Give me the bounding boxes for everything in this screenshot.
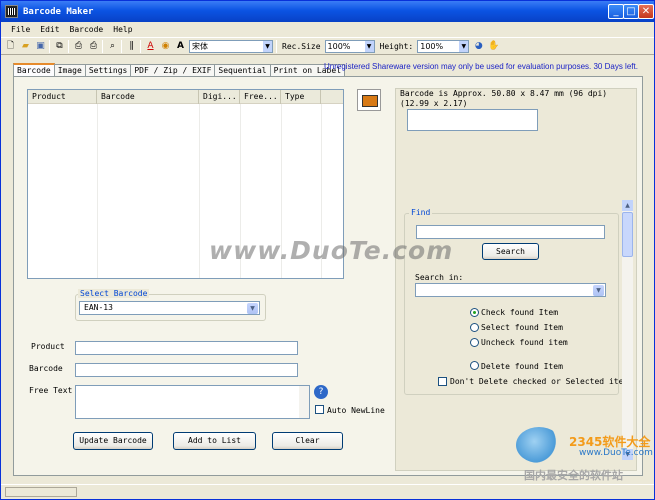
barcode-icon[interactable]: ∥ — [126, 41, 137, 52]
duote-watermark: www.DuoTe.com — [209, 236, 454, 265]
2345-watermark: 2345软件大全 www.DuoTe.com 国内最安全的软件站 — [516, 427, 655, 487]
tab-strip: Barcode Image Settings PDF / Zip / EXIF … — [13, 63, 346, 77]
rec-size-value: 100% — [327, 41, 351, 51]
height-value: 100% — [420, 41, 444, 51]
font-name-value: 宋体 — [192, 41, 208, 51]
chevron-down-icon[interactable]: ▼ — [593, 285, 604, 296]
open-folder-icon[interactable]: ▰ — [20, 41, 31, 52]
font-icon[interactable]: A — [175, 41, 186, 52]
barcode-preview — [407, 109, 538, 131]
save-icon[interactable]: ▣ — [35, 41, 46, 52]
chevron-down-icon[interactable]: ▼ — [364, 40, 374, 52]
new-file-icon[interactable]: 🗋 — [5, 41, 16, 52]
product-input[interactable] — [75, 341, 298, 355]
select-found-item-radio[interactable] — [470, 323, 479, 332]
help-icon[interactable]: ? — [314, 385, 328, 399]
column-header-free-text[interactable]: Free... — [240, 90, 281, 104]
delete-found-item-radio[interactable] — [470, 361, 479, 370]
watermark-slogan: 国内最安全的软件站 — [524, 469, 623, 482]
auto-newline-checkbox[interactable] — [315, 405, 324, 414]
hand-icon[interactable]: ✋ — [488, 41, 499, 52]
text-color-icon[interactable]: A — [145, 41, 156, 52]
print-preview-icon[interactable]: ⎙ — [73, 41, 84, 52]
background-color-icon[interactable]: ◉ — [160, 41, 171, 52]
find-legend: Find — [409, 208, 433, 217]
uncheck-found-item-radio[interactable] — [470, 338, 479, 347]
table-header: Product Barcode Digi... Free... Type — [28, 90, 343, 104]
watermark-url: www.DuoTe.com — [579, 448, 653, 458]
chevron-down-icon[interactable]: ▼ — [459, 40, 469, 52]
height-combo[interactable]: 100% ▼ — [417, 39, 470, 53]
select-found-item-label[interactable]: Select found Item — [481, 323, 563, 332]
dont-delete-checkbox[interactable] — [438, 377, 447, 386]
close-button[interactable]: ✕ — [638, 4, 654, 19]
uncheck-found-item-label[interactable]: Uncheck found item — [481, 338, 568, 347]
title-bar[interactable]: Barcode Maker _ □ ✕ — [1, 1, 654, 22]
rec-size-label: Rec.Size — [282, 41, 321, 51]
barcode-label: Barcode — [29, 364, 63, 373]
search-in-label: Search in: — [415, 273, 464, 282]
check-found-item-radio[interactable] — [470, 308, 479, 317]
search-in-combo[interactable]: ▼ — [415, 283, 606, 297]
menu-barcode[interactable]: Barcode — [70, 25, 104, 34]
copy-icon[interactable]: ⧉ — [54, 41, 65, 52]
status-panel — [5, 487, 77, 497]
menu-file[interactable]: File — [11, 25, 30, 34]
toolbar: 🗋 ▰ ▣ ⧉ ⎙ ⎙ ⌕ ∥ A ◉ A 宋体 ▼ Rec.Size 100%… — [1, 37, 654, 55]
barcode-type-value: EAN-13 — [84, 303, 113, 312]
add-to-list-button[interactable]: Add to List — [173, 432, 256, 450]
free-text-textarea[interactable] — [75, 385, 310, 419]
delete-found-item-label[interactable]: Delete found Item — [481, 362, 563, 371]
shareware-notice: Unregistered Shareware version may only … — [324, 62, 638, 71]
insert-image-button[interactable] — [357, 89, 381, 111]
free-text-label: Free Text — [29, 386, 73, 395]
scroll-up-icon[interactable]: ▲ — [622, 200, 633, 211]
chevron-down-icon[interactable]: ▼ — [263, 40, 272, 52]
menu-help[interactable]: Help — [113, 25, 132, 34]
barcode-app-icon — [5, 5, 18, 18]
maximize-button[interactable]: □ — [623, 4, 639, 19]
scroll-thumb[interactable] — [622, 212, 633, 257]
rec-size-combo[interactable]: 100% ▼ — [324, 39, 375, 53]
chevron-down-icon[interactable]: ▼ — [247, 303, 258, 314]
print-icon[interactable]: ⎙ — [88, 41, 99, 52]
window-title: Barcode Maker — [23, 6, 94, 17]
search-button[interactable]: Search — [482, 243, 539, 260]
column-header-digits[interactable]: Digi... — [199, 90, 240, 104]
check-found-item-label[interactable]: Check found Item — [481, 308, 558, 317]
column-header-product[interactable]: Product — [28, 90, 97, 104]
minimize-button[interactable]: _ — [608, 4, 624, 19]
product-label: Product — [31, 342, 65, 351]
height-label: Height: — [379, 41, 414, 51]
bird-logo-icon — [516, 427, 562, 463]
barcode-input[interactable] — [75, 363, 298, 377]
tab-barcode[interactable]: Barcode — [13, 63, 55, 77]
find-icon[interactable]: ⌕ — [107, 41, 118, 52]
menu-edit[interactable]: Edit — [40, 25, 59, 34]
textarea-scrollbar[interactable] — [299, 386, 309, 418]
auto-newline-label[interactable]: Auto NewLine — [327, 406, 385, 415]
app-window: Barcode Maker _ □ ✕ File Edit Barcode He… — [0, 0, 655, 500]
column-header-type[interactable]: Type — [281, 90, 321, 104]
help-icon[interactable]: ◕ — [473, 41, 484, 52]
column-header-barcode[interactable]: Barcode — [97, 90, 199, 104]
barcode-type-combo[interactable]: EAN-13 ▼ — [79, 301, 260, 315]
menu-bar: File Edit Barcode Help — [1, 22, 654, 37]
right-panel-scrollbar[interactable]: ▲ ▼ — [622, 200, 633, 460]
select-barcode-legend: Select Barcode — [78, 289, 150, 298]
dont-delete-label[interactable]: Don't Delete checked or Selected items — [450, 377, 633, 386]
update-barcode-button[interactable]: Update Barcode — [73, 432, 153, 450]
clear-button[interactable]: Clear — [272, 432, 343, 450]
barcode-dimensions-text: Barcode is Approx. 50.80 x 8.47 mm (96 d… — [400, 89, 608, 108]
font-name-combo[interactable]: 宋体 ▼ — [189, 39, 273, 53]
